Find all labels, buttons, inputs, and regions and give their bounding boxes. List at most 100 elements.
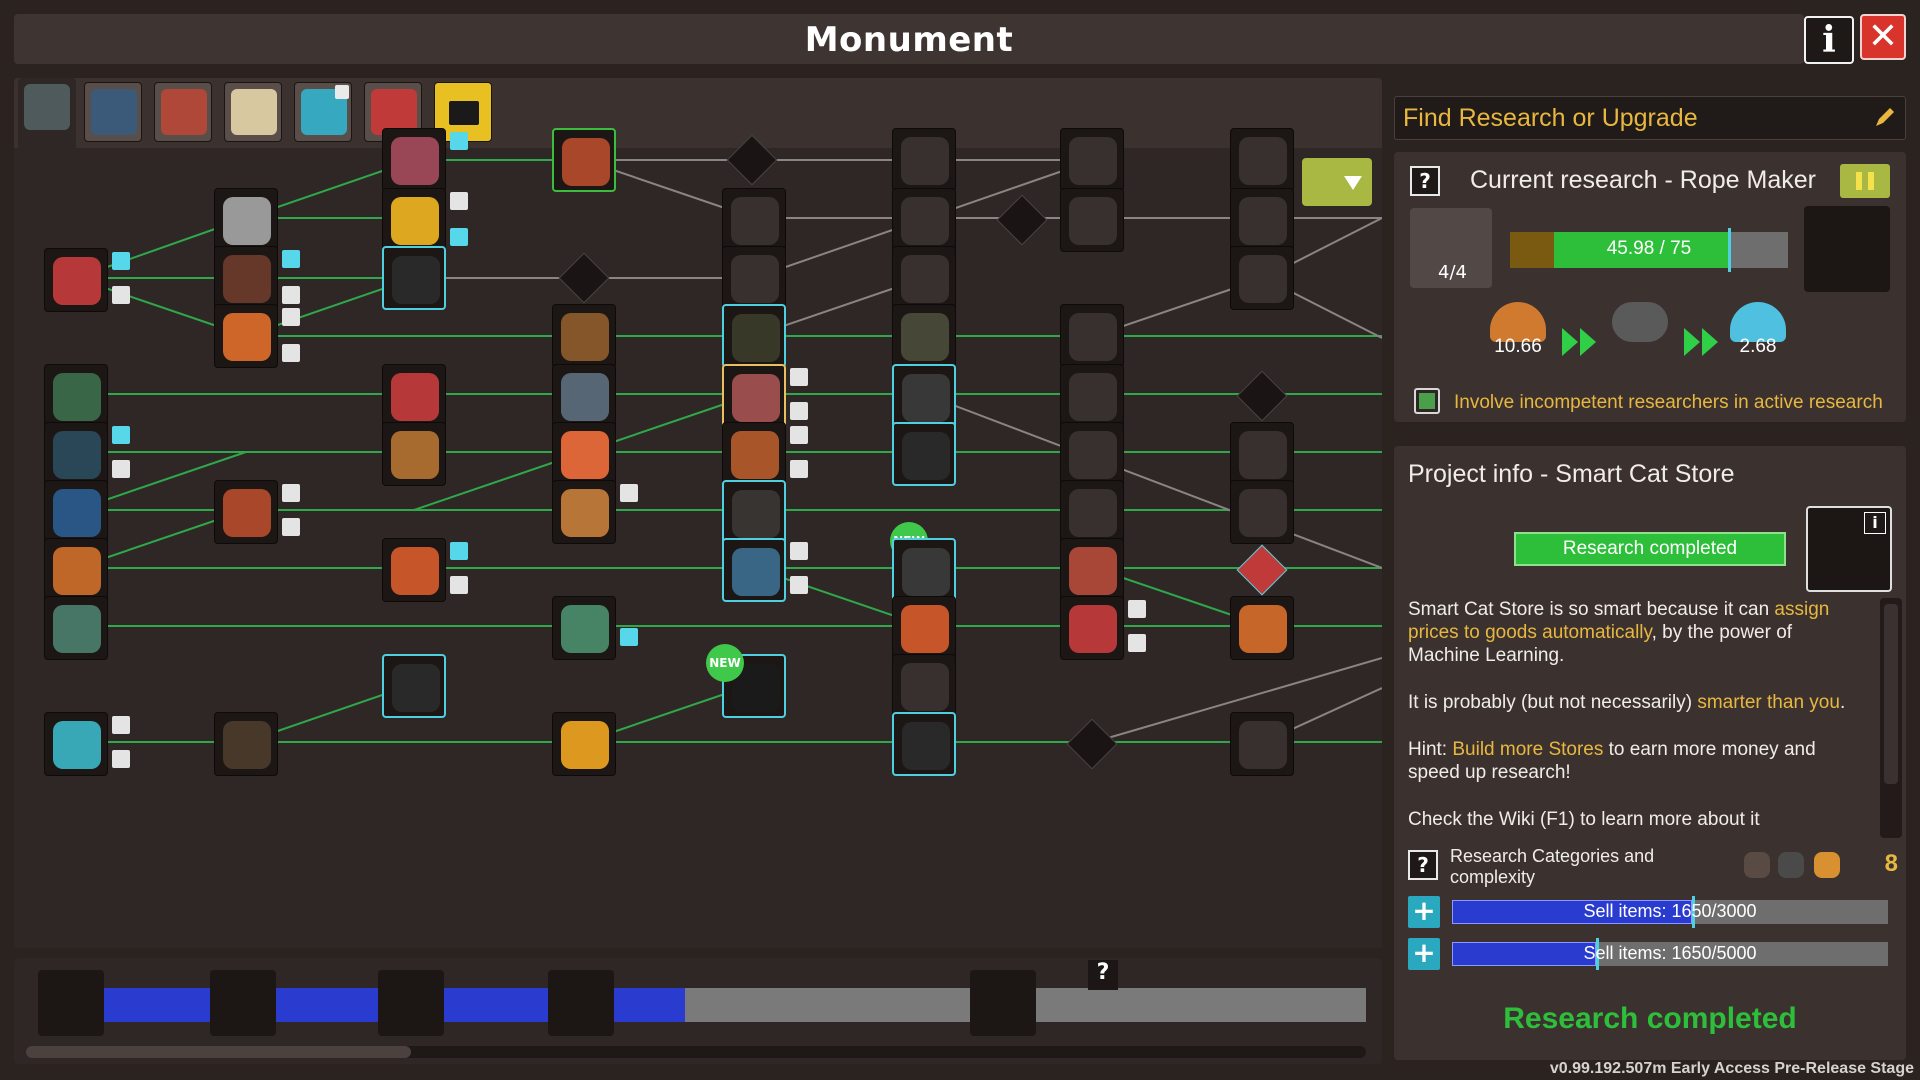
research-node[interactable] — [44, 364, 108, 428]
research-node[interactable] — [214, 712, 278, 776]
research-node[interactable] — [44, 538, 108, 602]
involve-checkbox[interactable] — [1414, 388, 1440, 414]
research-node[interactable] — [552, 364, 616, 428]
close-button[interactable]: ✕ — [1860, 14, 1906, 60]
research-node[interactable] — [44, 248, 108, 312]
research-node[interactable] — [214, 304, 278, 368]
help-button[interactable]: ? — [1410, 166, 1440, 196]
research-node[interactable] — [892, 596, 956, 660]
tab-tavern[interactable] — [154, 82, 212, 142]
monument-icon — [24, 84, 70, 130]
research-node[interactable] — [382, 128, 446, 192]
research-node[interactable] — [1060, 480, 1124, 544]
requirement-row: + Sell items: 1650/3000 — [1408, 894, 1898, 930]
upgrade-badge — [450, 192, 468, 210]
plus-icon: + — [1412, 894, 1436, 927]
research-node[interactable] — [552, 596, 616, 660]
research-node[interactable] — [1060, 188, 1124, 252]
timeline-node[interactable] — [970, 970, 1036, 1036]
research-node[interactable] — [1230, 188, 1294, 252]
dim-machine-icon — [1069, 137, 1117, 185]
add-requirement-button[interactable]: + — [1408, 894, 1440, 928]
involve-label[interactable]: Involve incompetent researchers in activ… — [1454, 392, 1883, 414]
research-node[interactable] — [1230, 596, 1294, 660]
research-node[interactable] — [1060, 422, 1124, 486]
research-node[interactable] — [382, 364, 446, 428]
research-node[interactable] — [552, 712, 616, 776]
research-node[interactable] — [382, 422, 446, 486]
info-button[interactable]: i — [1804, 16, 1854, 64]
research-node[interactable] — [1230, 246, 1294, 310]
research-node[interactable] — [1230, 422, 1294, 486]
research-node[interactable] — [214, 188, 278, 252]
research-node[interactable] — [1060, 538, 1124, 602]
desc-highlight: smarter than you — [1697, 692, 1840, 713]
tab-arcade[interactable] — [84, 82, 142, 142]
research-node[interactable] — [722, 480, 786, 544]
research-node[interactable] — [1060, 596, 1124, 660]
research-node[interactable] — [722, 304, 786, 368]
add-requirement-button[interactable]: + — [1408, 936, 1440, 970]
research-node[interactable] — [722, 246, 786, 310]
research-node[interactable] — [892, 128, 956, 192]
research-node[interactable] — [1230, 712, 1294, 776]
pencil-icon[interactable] — [1873, 105, 1897, 129]
description-scrollbar[interactable] — [1880, 598, 1902, 838]
scrollbar-thumb[interactable] — [26, 1046, 411, 1058]
research-node[interactable] — [722, 538, 786, 602]
timeline-node[interactable] — [378, 970, 444, 1036]
research-node[interactable] — [552, 422, 616, 486]
researcher-icon — [1612, 302, 1668, 342]
research-node[interactable] — [382, 654, 446, 718]
categories-help-button[interactable]: ? — [1408, 850, 1438, 880]
timeline-node[interactable] — [38, 970, 104, 1036]
pause-button[interactable] — [1840, 164, 1890, 198]
info-icon[interactable]: i — [1864, 512, 1886, 534]
research-node[interactable] — [892, 712, 956, 776]
research-node[interactable] — [214, 246, 278, 310]
research-node[interactable] — [44, 596, 108, 660]
dim-machine-icon — [1239, 137, 1287, 185]
research-node[interactable] — [892, 188, 956, 252]
research-node[interactable] — [892, 364, 956, 428]
research-node[interactable] — [1060, 304, 1124, 368]
research-node[interactable] — [722, 188, 786, 252]
research-node[interactable] — [552, 304, 616, 368]
plus-icon: + — [1412, 936, 1436, 969]
research-node[interactable] — [1230, 128, 1294, 192]
timeline-node[interactable] — [210, 970, 276, 1036]
research-node[interactable] — [1230, 480, 1294, 544]
research-node[interactable] — [552, 480, 616, 544]
research-node[interactable] — [214, 480, 278, 544]
upgrade-badge — [112, 460, 130, 478]
scrollbar-thumb[interactable] — [1884, 604, 1898, 784]
research-node[interactable] — [892, 654, 956, 718]
research-node[interactable] — [382, 188, 446, 252]
tab-monument[interactable] — [18, 78, 76, 148]
timeline-scrollbar[interactable] — [26, 1046, 1366, 1058]
dim-machine-icon — [1239, 721, 1287, 769]
tree-view-toggle[interactable] — [1302, 158, 1372, 206]
research-node[interactable] — [44, 480, 108, 544]
upgrade-badge — [450, 576, 468, 594]
research-node[interactable] — [892, 304, 956, 368]
research-node[interactable] — [722, 422, 786, 486]
tab-tech[interactable] — [294, 82, 352, 142]
current-research-node[interactable] — [552, 128, 616, 192]
research-node[interactable] — [1060, 364, 1124, 428]
research-node[interactable] — [1060, 128, 1124, 192]
smart-cat-store-node[interactable] — [722, 364, 786, 428]
research-node[interactable] — [892, 422, 956, 486]
research-node[interactable] — [44, 422, 108, 486]
timeline-node[interactable] — [548, 970, 614, 1036]
research-node[interactable] — [892, 246, 956, 310]
timeline-track — [104, 988, 1366, 1022]
research-node[interactable] — [382, 538, 446, 602]
category-icon — [1744, 852, 1770, 878]
research-node[interactable] — [44, 712, 108, 776]
research-node[interactable] — [382, 246, 446, 310]
tab-food[interactable] — [224, 82, 282, 142]
research-node[interactable] — [892, 538, 956, 602]
search-input[interactable] — [1403, 103, 1863, 133]
dim-machine-icon — [901, 255, 949, 303]
